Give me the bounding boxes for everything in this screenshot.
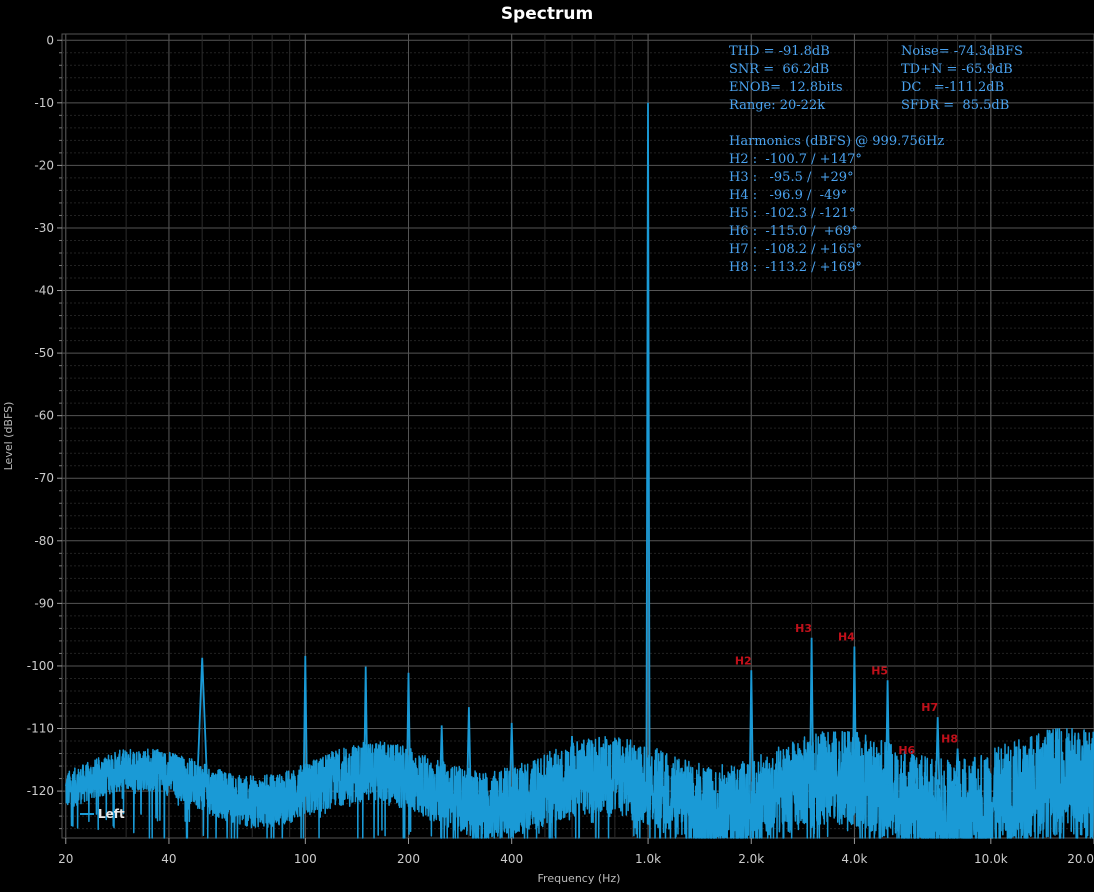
x-tick-label: 400 — [500, 852, 523, 866]
x-tick-label: 4.0k — [841, 852, 867, 866]
y-tick-label: -20 — [34, 158, 54, 172]
harmonic-label: H4 — [838, 631, 855, 644]
y-axis-label: Level (dBFS) — [2, 402, 15, 471]
x-axis-label: Frequency (Hz) — [538, 872, 621, 885]
harmonics-header: Harmonics (dBFS) @ 999.756Hz — [729, 134, 944, 149]
y-tick-label: -80 — [34, 534, 54, 548]
harmonic-label: H6 — [898, 744, 915, 757]
stat-line: Noise= -74.3dBFS — [901, 44, 1023, 59]
harmonic-line: H4 : -96.9 / -49° — [729, 188, 847, 203]
harmonic-line: H6 : -115.0 / +69° — [729, 224, 858, 239]
harmonic-label: H7 — [921, 701, 938, 714]
grid — [61, 33, 1094, 839]
harmonic-line: H7 : -108.2 / +165° — [729, 242, 862, 257]
y-tick-label: -10 — [34, 96, 54, 110]
x-tick-label: 2.0k — [738, 852, 764, 866]
harmonic-label: H8 — [941, 733, 958, 746]
x-tick-label: 20 — [58, 852, 73, 866]
stat-line: ENOB= 12.8bits — [729, 80, 843, 95]
harmonic-label: H3 — [795, 622, 812, 635]
y-tick-label: -90 — [34, 596, 54, 610]
harmonic-label: H2 — [735, 654, 752, 667]
y-tick-label: -70 — [34, 471, 54, 485]
plot-frame — [61, 33, 1094, 839]
harmonic-line: H8 : -113.2 / +169° — [729, 260, 862, 275]
stat-line: THD = -91.8dB — [729, 44, 830, 59]
harmonic-line: H3 : -95.5 / +29° — [729, 170, 854, 185]
y-tick-label: -30 — [34, 221, 54, 235]
y-tick-label: -60 — [34, 409, 54, 423]
x-tick-label: 20.0 — [1067, 852, 1094, 866]
stat-line: DC =-111.2dB — [901, 80, 1004, 95]
x-tick-label: 40 — [161, 852, 176, 866]
y-tick-label: -120 — [27, 784, 54, 798]
x-tick-label: 100 — [294, 852, 317, 866]
x-tick-label: 1.0k — [635, 852, 661, 866]
harmonic-line: H5 : -102.3 / -121° — [729, 206, 855, 221]
stat-line: Range: 20-22k — [729, 98, 825, 113]
legend-label: Left — [98, 807, 125, 821]
x-tick-label: 200 — [397, 852, 420, 866]
y-tick-label: -40 — [34, 284, 54, 298]
harmonic-label: H5 — [871, 664, 888, 677]
spectrum-plot[interactable]: H2 H3 H4 H5 H6 H7 H8 0 -10 -20 -30 -40 -50 -60 -70 -80… — [0, 0, 1094, 892]
stat-line: SNR = 66.2dB — [729, 62, 829, 77]
y-tick-label: -110 — [27, 722, 54, 736]
stat-line: SFDR = 85.5dB — [901, 98, 1009, 113]
y-tick-label: 0 — [46, 33, 54, 47]
y-tick-label: -100 — [27, 659, 54, 673]
stat-line: TD+N = -65.9dB — [901, 62, 1013, 77]
x-tick-label: 10.0k — [974, 852, 1008, 866]
harmonic-line: H2 : -100.7 / +147° — [729, 152, 862, 167]
y-tick-label: -50 — [34, 346, 54, 360]
